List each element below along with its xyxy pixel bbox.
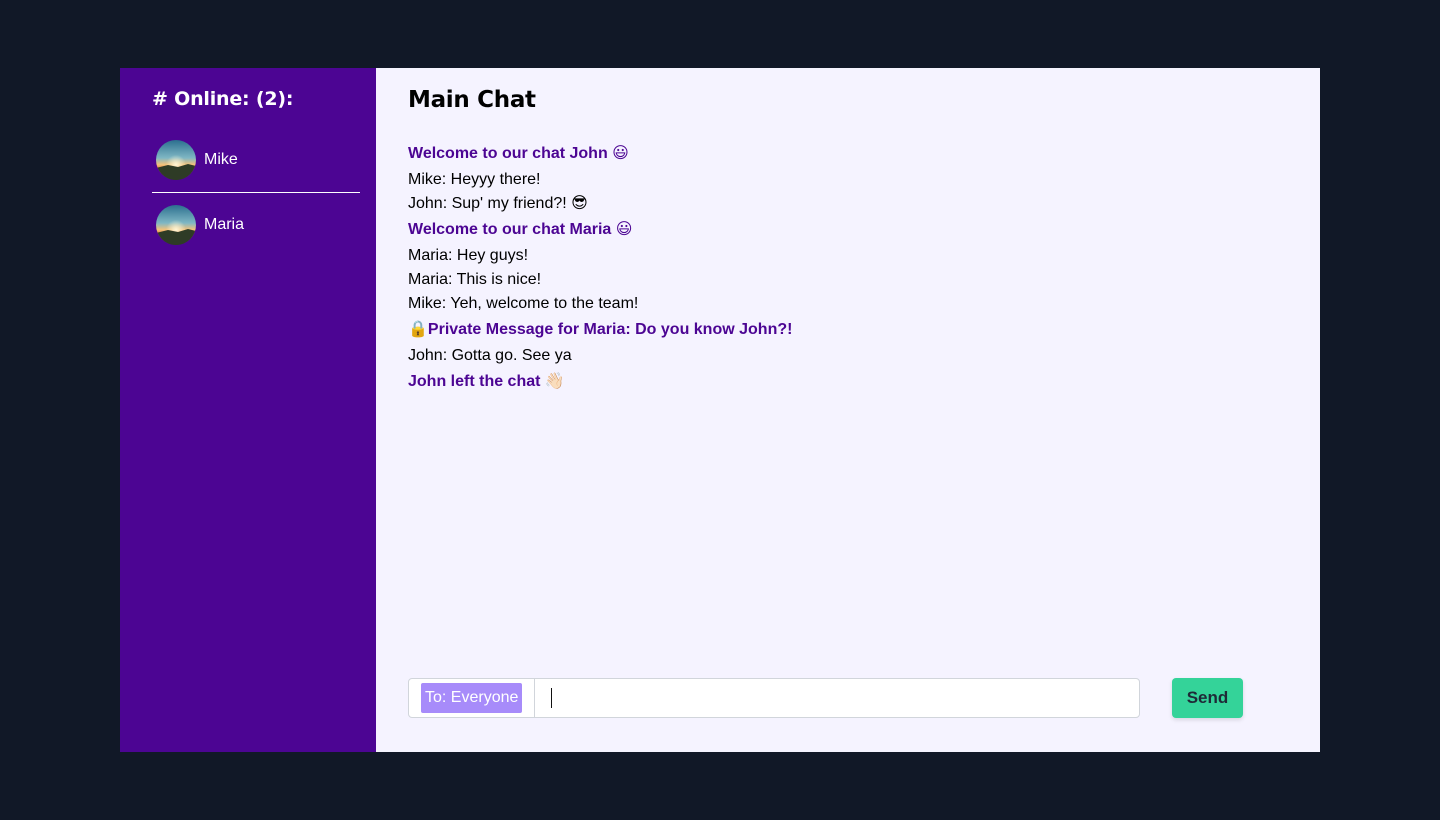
chat-app: # Online: (2): Mike Maria Main Chat Welc… xyxy=(120,68,1320,752)
private-message: 🔒Private Message for Maria: Do you know … xyxy=(408,321,793,338)
text-caret xyxy=(551,688,553,708)
recipient-selector[interactable]: To: Everyone xyxy=(409,678,536,718)
online-sidebar: # Online: (2): Mike Maria xyxy=(120,68,376,752)
sunset-avatar-icon xyxy=(156,140,196,180)
user-name: Mike xyxy=(204,151,238,168)
online-users-title: # Online: (2): xyxy=(152,88,294,110)
message-composer: To: Everyone Send xyxy=(408,678,1244,718)
system-message: Welcome to our chat John 😃 xyxy=(408,145,629,162)
chat-message: Maria: This is nice! xyxy=(408,271,542,288)
message-list: Welcome to our chat John 😃 Mike: Heyyy t… xyxy=(408,142,1288,394)
user-item-mike[interactable]: Mike xyxy=(152,136,360,184)
chat-message: Mike: Yeh, welcome to the team! xyxy=(408,295,639,312)
chat-message: John: Sup' my friend?! 😎 xyxy=(408,195,588,212)
message-input-area[interactable] xyxy=(535,679,1139,717)
page-title: Main Chat xyxy=(408,87,536,113)
message-input-wrapper: To: Everyone xyxy=(408,678,1140,718)
avatar xyxy=(156,205,196,245)
chat-message: Maria: Hey guys! xyxy=(408,247,529,264)
online-user-list: Mike Maria xyxy=(152,136,360,249)
chat-message: John: Gotta go. See ya xyxy=(408,347,572,364)
avatar xyxy=(156,140,196,180)
recipient-tag[interactable]: To: Everyone xyxy=(421,683,523,713)
system-message: John left the chat 👋🏻 xyxy=(408,373,565,390)
chat-message: Mike: Heyyy there! xyxy=(408,171,541,188)
system-message: Welcome to our chat Maria 😃 xyxy=(408,221,633,238)
send-button[interactable]: Send xyxy=(1172,678,1243,718)
sunset-avatar-icon xyxy=(156,205,196,245)
message-input[interactable] xyxy=(535,679,1139,717)
user-name: Maria xyxy=(204,216,245,233)
user-item-maria[interactable]: Maria xyxy=(152,192,360,249)
main-chat-panel: Main Chat Welcome to our chat John 😃 Mik… xyxy=(376,68,1320,752)
